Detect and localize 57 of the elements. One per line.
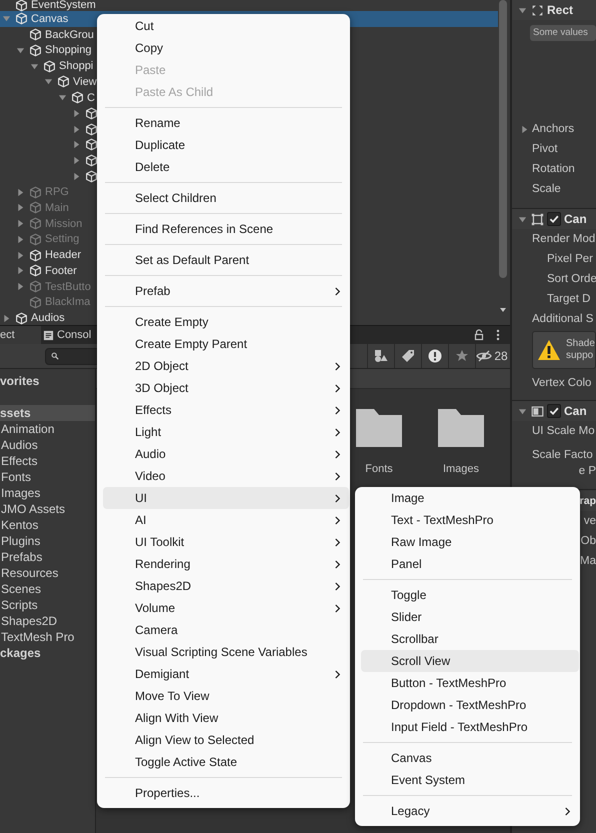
property-label: Vertex Colo <box>532 377 592 389</box>
folder-name: JMO Assets <box>1 502 66 516</box>
property-label: Scale Facto <box>532 449 593 461</box>
folder-name: Plugins <box>1 534 40 548</box>
property-label: Ma <box>580 555 596 567</box>
object-name: Shopping <box>45 44 92 56</box>
object-name: RPG <box>45 186 69 198</box>
property-label: ve <box>584 515 596 527</box>
object-name: View <box>73 76 97 88</box>
object-name: Main <box>45 202 69 214</box>
folder-name: Audios <box>1 438 38 452</box>
folder-name: Resources <box>1 566 58 580</box>
property-label: Target D <box>547 293 590 305</box>
property-label: Anchors <box>532 123 574 135</box>
component-title: Can <box>564 404 587 418</box>
folder-name: Kentos <box>1 518 38 532</box>
component-title: Can <box>564 212 587 226</box>
component-title: Rect <box>547 3 574 17</box>
folder-name: ckages <box>0 646 41 660</box>
folder-name: Effects <box>1 454 38 468</box>
object-name: BackGrou <box>45 28 94 41</box>
object-name: Header <box>45 249 82 262</box>
folder-name: vorites <box>0 374 40 388</box>
folder-name: Animation <box>1 422 54 436</box>
object-name: BlackIma <box>45 296 90 308</box>
folder-name: Prefabs <box>1 550 42 564</box>
folder-name: Images <box>1 486 40 500</box>
folder-name: Images <box>442 463 480 475</box>
warning-text: suppo <box>566 350 594 362</box>
property-label: Pivot <box>532 143 558 155</box>
property-label: Rotation <box>532 163 575 175</box>
folder-name: TextMesh Pro <box>1 630 74 644</box>
object-name: TestButto <box>45 280 91 293</box>
property-label: Scale <box>532 183 561 195</box>
folder-name: ssets <box>0 406 31 420</box>
property-label: Render Mod <box>532 233 596 245</box>
property-label: e P <box>578 465 596 477</box>
object-name: Shoppi <box>59 60 94 72</box>
folder-name: Scenes <box>1 582 42 596</box>
object-name: Footer <box>45 264 77 277</box>
object-name: EventSystem <box>31 0 96 11</box>
property-label: Pixel Per <box>547 253 594 265</box>
property-label: Additional S <box>532 313 594 325</box>
warning-text: Shade <box>566 338 595 350</box>
property-label: Ob <box>580 535 596 547</box>
object-name: Setting <box>45 233 80 246</box>
folder-name: Scripts <box>1 598 38 612</box>
object-name: Mission <box>45 218 82 230</box>
object-name: Canvas <box>31 12 68 25</box>
property-label: UI Scale Mo <box>532 425 595 437</box>
folder-name: Fonts <box>1 470 32 484</box>
folder-name: Shapes2D <box>1 614 58 628</box>
component-title: rap <box>580 495 596 507</box>
object-name: C <box>87 92 95 104</box>
property-label: Sort Orde <box>547 273 596 285</box>
object-name: Audios <box>31 312 65 324</box>
folder-name: Fonts <box>365 463 393 475</box>
